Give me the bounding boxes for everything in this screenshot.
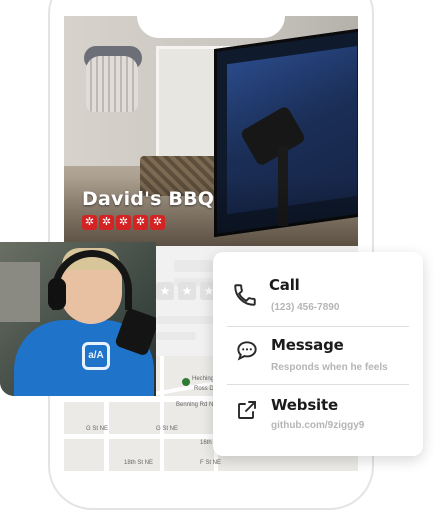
contact-card: Call (123) 456-7890 Message Responds whe… [213,252,423,456]
star-rating: ✲ ✲ ✲ ✲ ✲ [82,215,165,230]
yelp-star-icon: ✲ [82,215,97,230]
response-note: Responds when he feels [271,362,388,373]
business-hero-photo [64,16,358,246]
yelp-star-icon: ✲ [99,215,114,230]
placeholder-line [156,332,196,340]
placeholder-star-icon: ★ [178,282,196,300]
yelp-star-icon: ✲ [150,215,165,230]
map-pin-icon [182,378,190,386]
shirt-logo: a/A [82,342,110,370]
map-label: G St NE [86,426,109,432]
chat-icon [233,338,261,366]
webcam-overlay: a/A [0,242,156,396]
map-label: 18th St NE [124,460,154,466]
phone-notch [137,0,285,38]
call-label: Call [269,276,300,294]
map-label: G St NE [156,426,179,432]
business-name: David's BBQ [82,188,215,210]
message-action[interactable]: Message Responds when he feels [213,334,423,386]
website-label: Website [271,396,338,414]
phone-number: (123) 456-7890 [271,302,340,313]
placeholder-star-icon: ★ [156,282,174,300]
placeholder-line [156,316,216,324]
yelp-star-icon: ✲ [116,215,131,230]
divider [227,384,409,385]
map-label: Benning Rd NE [176,402,218,408]
map-label: F St NE [200,460,222,466]
external-link-icon [233,398,261,426]
map-label: Ross D [194,386,214,392]
website-action[interactable]: Website github.com/9ziggy9 [213,394,423,446]
call-action[interactable]: Call (123) 456-7890 [213,276,423,328]
yelp-star-icon: ✲ [133,215,148,230]
message-label: Message [271,336,344,354]
divider [227,326,409,327]
phone-icon [231,282,259,310]
website-url: github.com/9ziggy9 [271,420,365,431]
